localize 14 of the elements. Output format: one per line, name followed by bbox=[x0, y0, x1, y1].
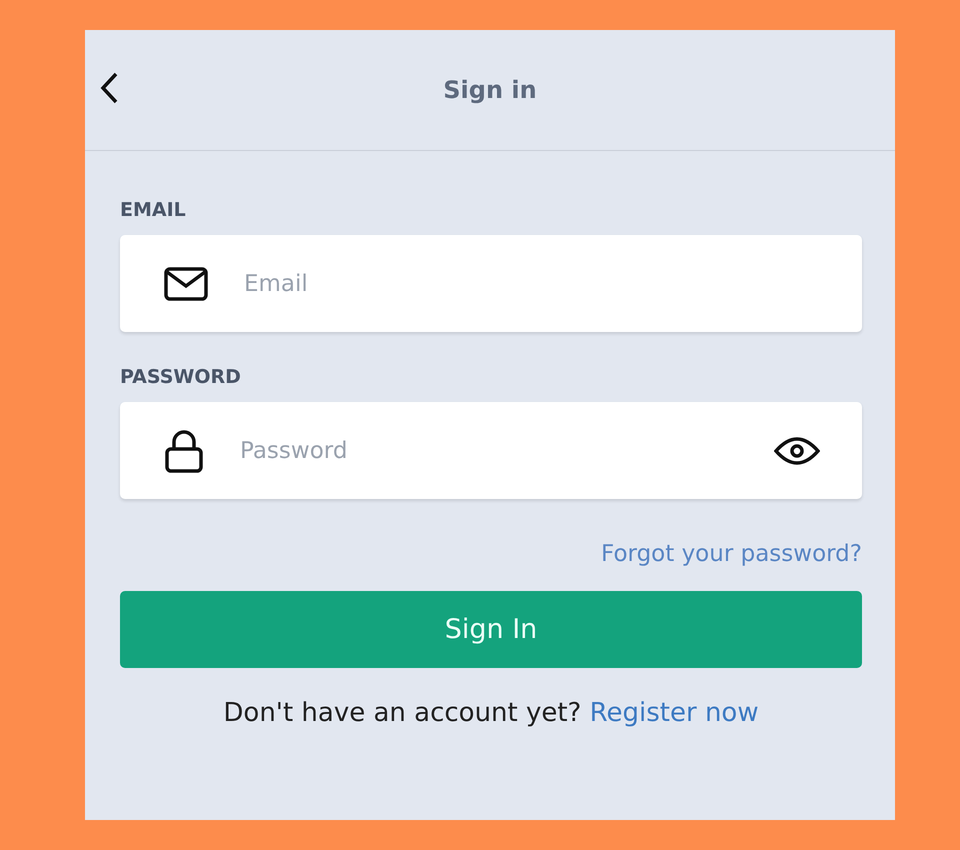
forgot-password-link[interactable]: Forgot your password? bbox=[601, 541, 862, 567]
back-icon bbox=[100, 72, 118, 104]
email-input[interactable]: Email bbox=[242, 270, 820, 298]
page-title: Sign in bbox=[443, 76, 537, 104]
register-prompt: Don't have an account yet? Register now bbox=[222, 698, 760, 728]
field-label: PASSWORD bbox=[120, 366, 241, 388]
register-link[interactable]: Register now bbox=[590, 698, 759, 728]
lock-icon bbox=[164, 428, 204, 472]
eye-icon bbox=[774, 434, 820, 466]
show-password-button[interactable] bbox=[774, 434, 820, 466]
sign-in-button[interactable]: Sign In bbox=[120, 591, 862, 668]
mail-icon bbox=[164, 266, 208, 300]
field-label: EMAIL bbox=[120, 199, 186, 221]
password-input[interactable]: Password bbox=[238, 436, 740, 464]
